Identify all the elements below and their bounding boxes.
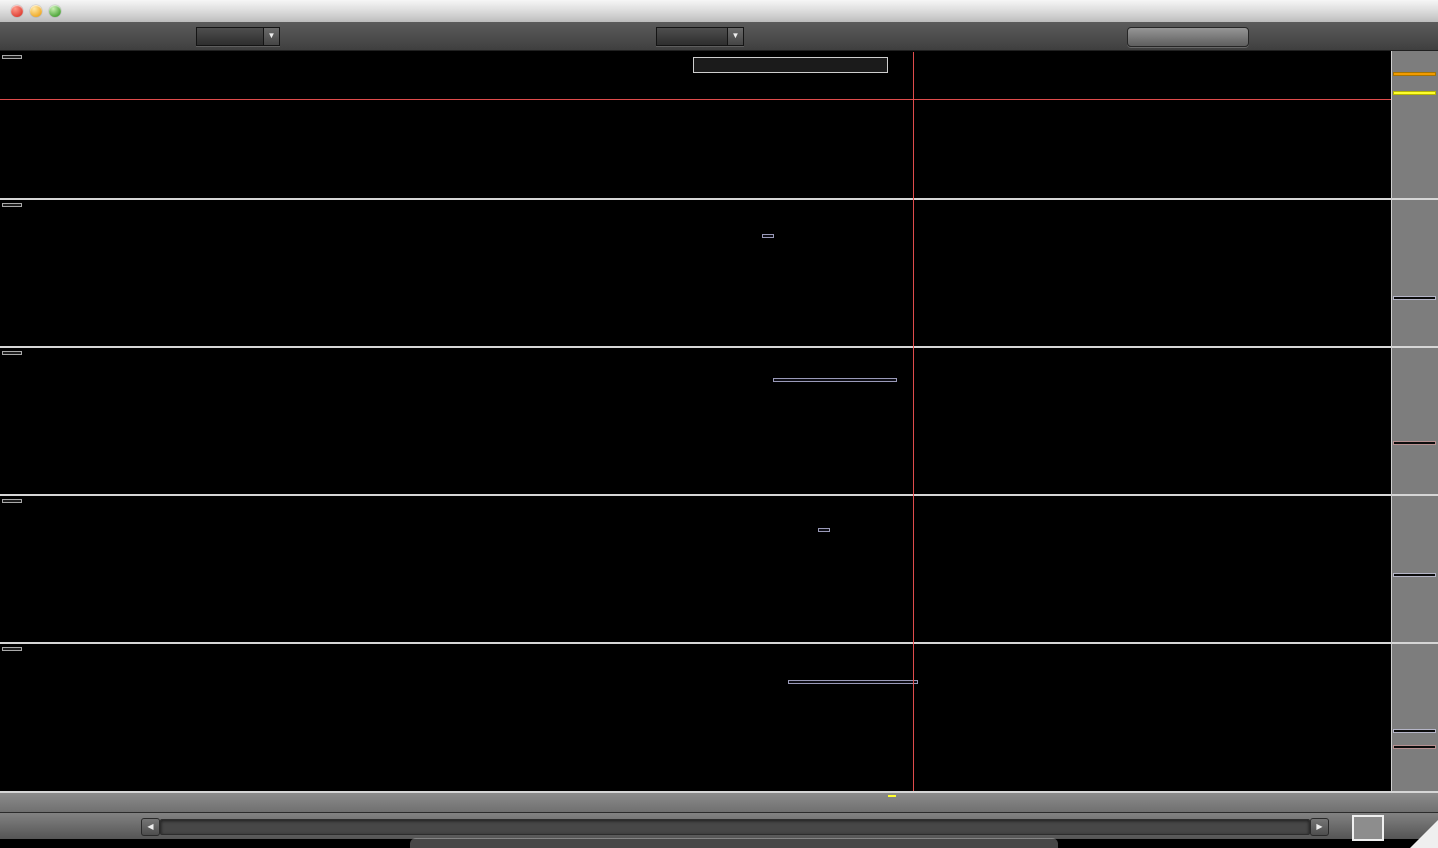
resize-grip[interactable] bbox=[1410, 820, 1438, 848]
panel-header-williams[interactable] bbox=[2, 203, 22, 207]
timeframe-dropdown[interactable]: ▼ bbox=[656, 27, 744, 46]
macd-tooltip bbox=[773, 378, 897, 382]
timeframe-dropdown-value bbox=[657, 28, 727, 45]
panel-separator bbox=[0, 494, 1438, 496]
macos-dock bbox=[410, 836, 1058, 848]
stoch-d-badge bbox=[1393, 745, 1436, 749]
indicator-backtest-button[interactable] bbox=[1127, 27, 1249, 47]
dock-shelf bbox=[410, 838, 1058, 848]
panel-header-heikin-ashi[interactable] bbox=[2, 55, 22, 59]
stoch-tooltip bbox=[788, 680, 918, 684]
crosshair-vertical bbox=[913, 52, 914, 791]
stoch-k-badge bbox=[1393, 729, 1436, 733]
scroll-right-button[interactable]: ▶ bbox=[1310, 818, 1329, 836]
williams-tooltip bbox=[762, 234, 774, 238]
zoom-selection-button[interactable] bbox=[1352, 815, 1384, 841]
scroll-left-button[interactable]: ◀ bbox=[141, 818, 160, 836]
chevron-down-icon: ▼ bbox=[263, 28, 279, 45]
main-toolbar: ▼ ▼ bbox=[0, 22, 1438, 51]
panel-separator bbox=[0, 791, 1438, 793]
chevron-down-icon: ▼ bbox=[727, 28, 743, 45]
cursor-time-badge bbox=[888, 795, 896, 797]
window-close-button[interactable] bbox=[11, 5, 23, 17]
window-title-bar bbox=[0, 0, 1438, 23]
rsi-value-badge bbox=[1393, 573, 1436, 577]
window-zoom-button[interactable] bbox=[49, 5, 61, 17]
y-axis-gutter bbox=[1392, 50, 1438, 812]
panel-header-rsi[interactable] bbox=[2, 499, 22, 503]
bottom-toolbar: ◀ ▶ bbox=[0, 812, 1438, 839]
window-minimize-button[interactable] bbox=[30, 5, 42, 17]
cursor-price-badge bbox=[1393, 91, 1436, 95]
quote-info-box bbox=[693, 57, 888, 73]
panel-separator bbox=[0, 198, 1438, 200]
panel-separator bbox=[0, 642, 1438, 644]
crosshair-horizontal bbox=[0, 99, 1391, 100]
macd-value-badge bbox=[1393, 441, 1436, 445]
plot-right-border bbox=[1391, 50, 1392, 791]
prorealtime-window: ◀ ▶ ▼ ▼ bbox=[0, 0, 1438, 848]
rsi-tooltip bbox=[818, 528, 830, 532]
horizontal-scrollbar[interactable] bbox=[160, 819, 1310, 835]
time-axis bbox=[0, 793, 1438, 812]
panel-separator bbox=[0, 346, 1438, 348]
panel-header-stochastik[interactable] bbox=[2, 647, 22, 651]
panel-header-macd[interactable] bbox=[2, 351, 22, 355]
range-dropdown-value bbox=[197, 28, 263, 45]
info-title bbox=[694, 58, 887, 72]
last-price-badge bbox=[1393, 72, 1436, 76]
williams-value-badge bbox=[1393, 296, 1436, 300]
range-dropdown[interactable]: ▼ bbox=[196, 27, 280, 46]
chart-canvas[interactable] bbox=[0, 0, 1392, 848]
